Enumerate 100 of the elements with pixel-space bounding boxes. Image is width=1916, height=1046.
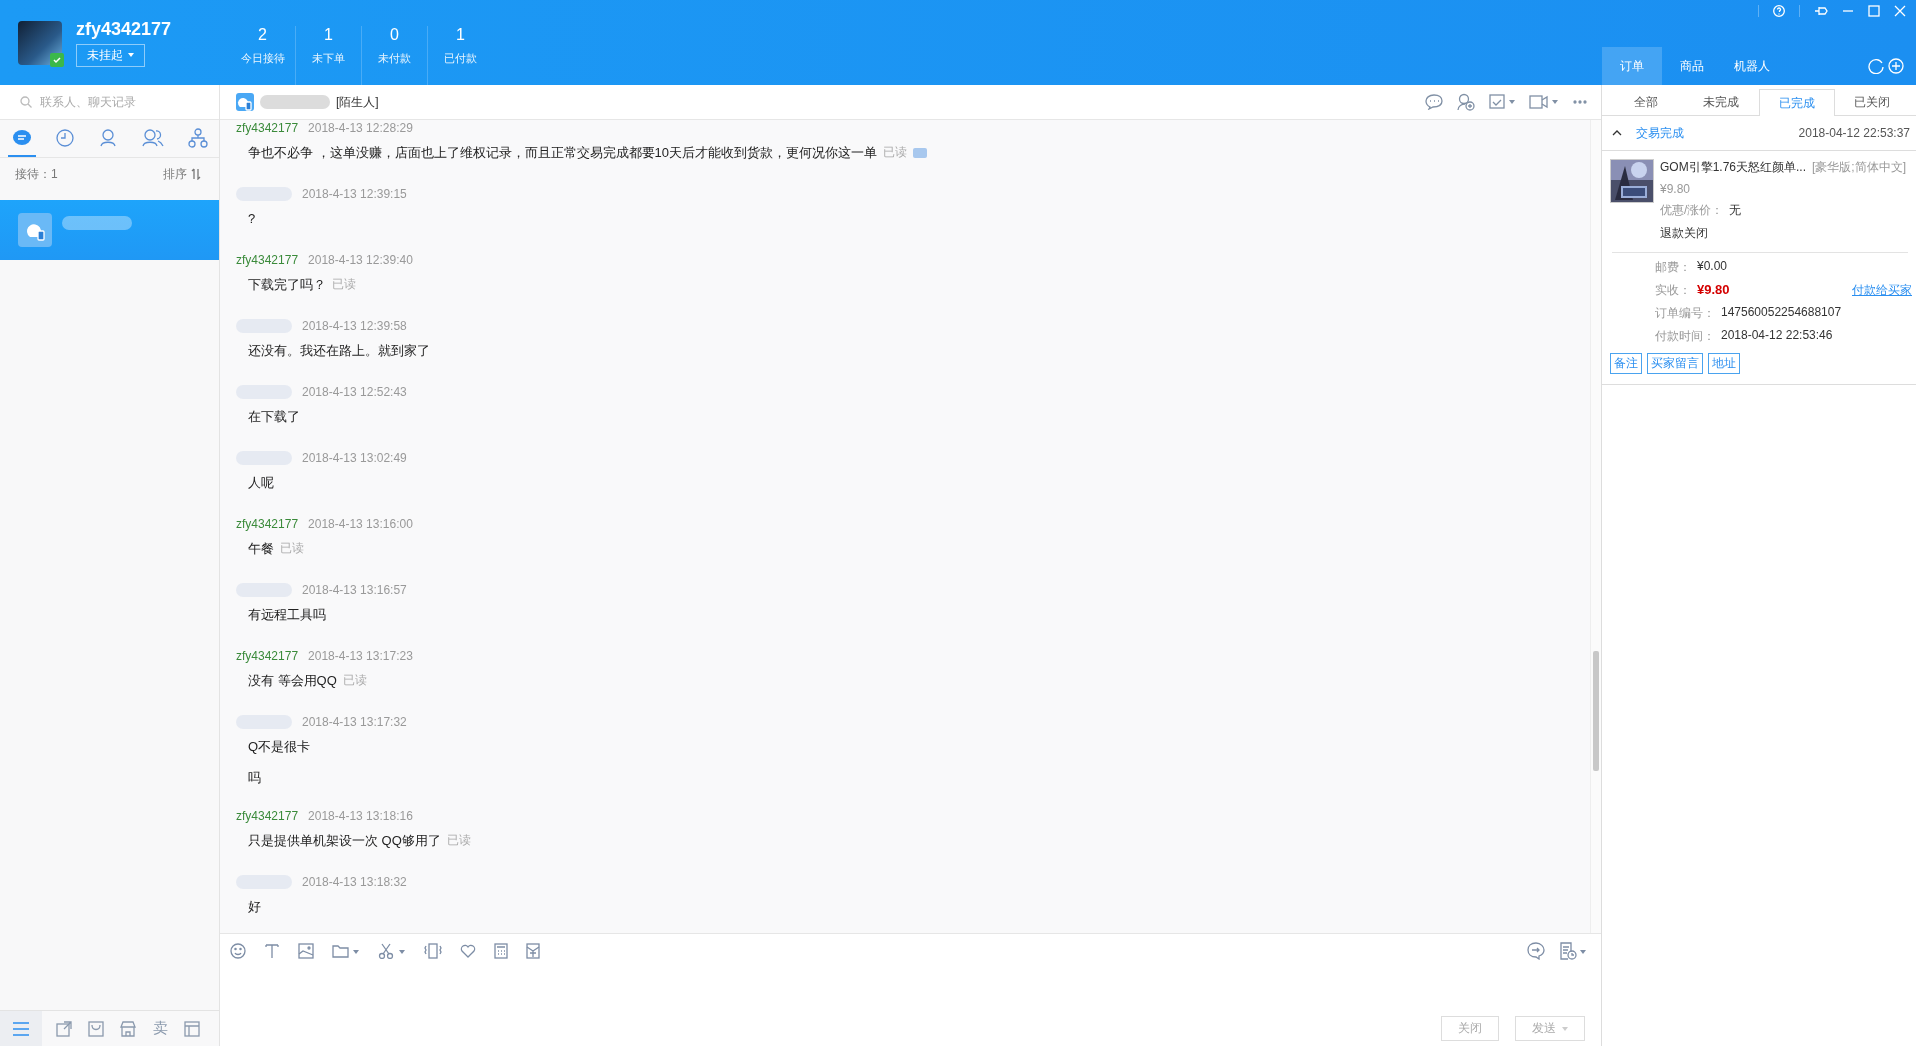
sender-name: zfy4342177 <box>236 649 299 663</box>
field-label: 邮费： <box>1655 259 1691 276</box>
message-text: 有远程工具吗 <box>248 605 326 624</box>
sort-icon[interactable] <box>191 168 201 180</box>
message-time: 2018-4-13 13:17:23 <box>308 649 413 663</box>
field-value: ¥9.80 <box>1697 282 1730 299</box>
item-sku: [豪华版;简体中文] <box>1812 159 1907 176</box>
collapse-icon[interactable] <box>1612 130 1622 136</box>
shop-icon[interactable] <box>120 1020 136 1037</box>
more-icon[interactable] <box>913 147 928 158</box>
add-contact-icon[interactable] <box>1457 93 1475 111</box>
item-title[interactable]: GOM引擎1.76天怒红颜单... <box>1660 159 1807 176</box>
order-action-button[interactable]: 买家留言 <box>1647 353 1703 374</box>
message-text: 吗 <box>248 768 261 787</box>
message-text: 人呢 <box>248 473 274 492</box>
font-icon[interactable] <box>264 943 280 959</box>
message-time: 2018-4-13 12:28:29 <box>308 121 413 135</box>
order-action-button[interactable]: 地址 <box>1708 353 1740 374</box>
add-icon[interactable] <box>1888 58 1904 74</box>
stat-label: 未下单 <box>312 51 345 66</box>
calculator-icon[interactable] <box>494 943 508 959</box>
panel-tab[interactable]: 订单 <box>1602 47 1662 85</box>
order-filter-tab[interactable]: 已完成 <box>1759 89 1835 116</box>
folder-icon[interactable] <box>332 943 360 959</box>
scrollbar[interactable] <box>1590 120 1601 933</box>
clock-icon[interactable] <box>54 127 75 148</box>
order-filter-tab[interactable]: 已关闭 <box>1834 89 1910 115</box>
transfer-icon[interactable] <box>56 1020 72 1037</box>
check-icon[interactable] <box>52 54 62 65</box>
refresh-icon[interactable] <box>1868 58 1884 74</box>
search-field[interactable]: 联系人、聊天记录 <box>38 94 192 110</box>
message-text: Q不是很卡 <box>248 737 311 756</box>
status-dropdown[interactable]: 未挂起 <box>76 43 145 67</box>
heart-icon[interactable] <box>460 943 476 959</box>
message-time: 2018-4-13 12:39:40 <box>308 253 413 267</box>
read-receipt: 已读 <box>280 540 304 557</box>
search-bar[interactable]: 联系人、聊天记录 <box>0 85 219 120</box>
task-icon[interactable] <box>1489 94 1515 110</box>
message-time: 2018-4-13 13:16:57 <box>302 583 407 597</box>
stat-label: 已付款 <box>444 51 477 66</box>
bag-icon[interactable] <box>88 1020 104 1037</box>
chat-icon[interactable] <box>11 128 32 147</box>
message-time: 2018-4-13 13:18:16 <box>308 809 413 823</box>
caret-icon <box>128 53 134 57</box>
pay-buyer-link[interactable]: 付款给买家 <box>1852 282 1912 299</box>
message-time: 2018-4-13 12:39:15 <box>302 187 407 201</box>
sell-tool[interactable]: 卖 <box>152 1019 168 1038</box>
emoji-icon[interactable] <box>230 943 246 959</box>
stat-label: 今日接待 <box>240 51 285 66</box>
quick-reply-icon[interactable] <box>1425 94 1443 110</box>
account-name: zfy4342177 <box>76 18 172 40</box>
stat-value: 1 <box>456 26 465 44</box>
panel-tab[interactable]: 商品 <box>1662 47 1722 85</box>
order-action-button[interactable]: 备注 <box>1610 353 1642 374</box>
pin-icon[interactable] <box>1814 5 1828 17</box>
stat-label: 未付款 <box>378 51 411 66</box>
message-time: 2018-4-13 12:52:43 <box>302 385 407 399</box>
field-value: ¥0.00 <box>1697 259 1728 275</box>
order-filter-tab[interactable]: 全部 <box>1608 89 1684 115</box>
close-chat-button[interactable]: 关闭 <box>1441 1016 1499 1041</box>
history-icon[interactable] <box>1559 942 1587 960</box>
send-button[interactable]: 发送 <box>1515 1016 1585 1041</box>
caret-icon <box>1562 1026 1568 1031</box>
forward-chat-icon[interactable] <box>1527 942 1545 960</box>
message-time: 2018-4-13 13:18:32 <box>302 875 407 889</box>
sender-name: zfy4342177 <box>236 517 299 531</box>
user-avatar[interactable] <box>18 20 62 65</box>
group-icon[interactable] <box>140 127 165 148</box>
org-chart-icon[interactable] <box>187 127 208 148</box>
image-icon[interactable] <box>298 943 314 959</box>
contact-avatar-icon[interactable] <box>236 93 254 111</box>
maximize-icon[interactable] <box>1868 5 1880 17</box>
coupon-icon[interactable] <box>526 943 540 959</box>
search-icon[interactable] <box>20 96 32 108</box>
refund-status: 退款关闭 <box>1660 225 1709 242</box>
read-receipt: 已读 <box>446 832 471 849</box>
more-icon[interactable] <box>1573 100 1587 104</box>
help-icon[interactable] <box>1773 5 1785 17</box>
message-text: 没有 等会用QQ <box>248 671 337 690</box>
message-text: 好 <box>248 897 261 916</box>
close-icon[interactable] <box>1894 5 1906 17</box>
order-status: 交易完成 <box>1636 124 1684 142</box>
order-time: 2018-04-12 22:53:37 <box>1798 126 1910 140</box>
order-filter-tab[interactable]: 未完成 <box>1683 89 1759 115</box>
message-time: 2018-4-13 13:02:49 <box>302 451 407 465</box>
layout-icon[interactable] <box>184 1020 200 1037</box>
panel-tab[interactable]: 机器人 <box>1722 47 1782 85</box>
field-value: 无 <box>1729 202 1742 219</box>
contact-tag: [陌生人] <box>336 93 379 111</box>
field-value: 2018-04-12 22:53:46 <box>1721 328 1833 344</box>
sort-label[interactable]: 排序 <box>163 165 187 183</box>
field-label: 订单编号： <box>1655 305 1715 322</box>
field-value: 147560052254688107 <box>1721 305 1842 321</box>
vibrate-icon[interactable] <box>424 943 442 959</box>
scissors-icon[interactable] <box>378 943 406 959</box>
message-time: 2018-4-13 13:16:00 <box>308 517 413 531</box>
video-icon[interactable] <box>1529 95 1559 109</box>
read-receipt: 已读 <box>342 672 367 689</box>
field-label: 优惠/涨价： <box>1660 202 1724 219</box>
menu-icon[interactable] <box>12 1021 30 1036</box>
